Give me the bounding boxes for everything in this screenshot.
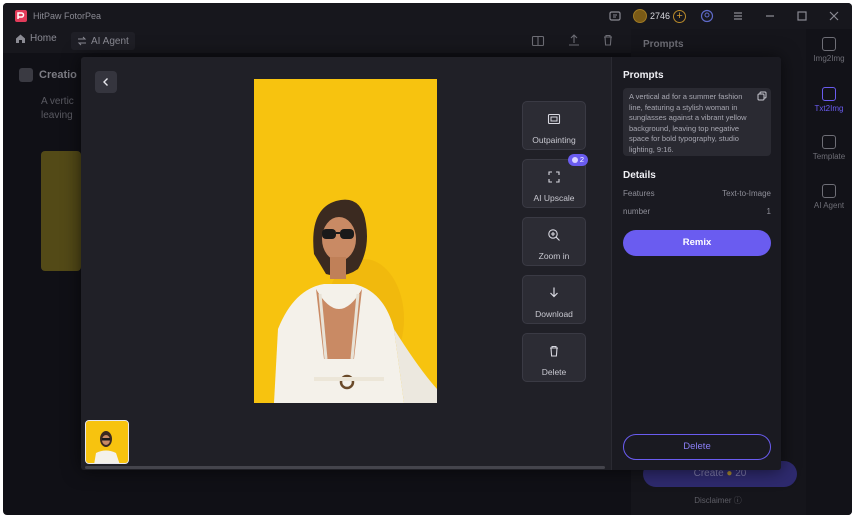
credits-counter[interactable]: 2746 +: [633, 8, 687, 24]
number-label: number: [623, 207, 651, 216]
nav-ai-agent-label: AI Agent: [91, 35, 129, 47]
horizontal-scrollbar[interactable]: [85, 466, 605, 469]
maximize-icon[interactable]: [795, 9, 809, 23]
app-logo-icon: [15, 10, 27, 22]
side-rail: Img2Img Txt2Img Template AI Agent: [806, 29, 852, 515]
trash-icon[interactable]: [601, 33, 615, 47]
swap-icon: [77, 36, 87, 46]
minimize-icon[interactable]: [763, 9, 777, 23]
outpainting-button[interactable]: Outpainting: [522, 101, 586, 150]
rail-item-img2img[interactable]: Img2Img: [806, 37, 852, 63]
copy-icon[interactable]: [757, 91, 767, 101]
top-nav: Home AI Agent: [3, 29, 631, 53]
features-value: Text-to-Image: [722, 189, 771, 198]
number-value: 1: [766, 207, 771, 216]
zoom-in-icon: [548, 229, 560, 241]
disclaimer-link[interactable]: Disclaimer ⓘ: [643, 495, 793, 506]
details-title: Details: [623, 170, 656, 181]
detail-row-number: number 1: [623, 207, 771, 216]
rail-item-template[interactable]: Template: [806, 135, 852, 161]
features-label: Features: [623, 189, 655, 198]
trash-icon: [550, 345, 558, 357]
rail-item-ai-agent[interactable]: AI Agent: [806, 184, 852, 210]
close-icon[interactable]: [827, 9, 841, 23]
feedback-icon[interactable]: [608, 9, 622, 23]
prompt-text: A vertical ad for a summer fashion line,…: [629, 92, 747, 154]
coin-icon: [571, 157, 578, 163]
image-icon: [822, 37, 836, 51]
upscale-cost-badge: 2: [567, 154, 588, 166]
ai-upscale-button[interactable]: 2 AI Upscale: [522, 154, 588, 208]
background-section-title: Creatio: [19, 68, 77, 82]
thumbnail-image: [86, 421, 128, 463]
back-button[interactable]: [95, 71, 117, 93]
prompts-panel-title: Prompts: [643, 39, 684, 50]
delete-action-button[interactable]: Delete: [522, 333, 586, 382]
menu-icon[interactable]: [731, 9, 745, 23]
background-thumbnail: [41, 151, 81, 271]
download-button[interactable]: Download: [522, 275, 586, 324]
credits-value: 2746: [650, 11, 671, 21]
prompts-title: Prompts: [623, 70, 664, 81]
outpainting-icon: [547, 113, 561, 125]
app-name: HitPaw FotorPea: [33, 11, 102, 21]
prompt-text-box[interactable]: A vertical ad for a summer fashion line,…: [623, 88, 771, 156]
account-icon[interactable]: [700, 9, 714, 23]
title-bar: HitPaw FotorPea 2746 +: [3, 3, 852, 29]
modal-details-panel: Prompts A vertical ad for a summer fashi…: [611, 57, 781, 470]
modal-main: Outpainting 2 AI Upscale Zoom in Downloa…: [81, 57, 611, 470]
background-text: A vertic leaving: [41, 96, 74, 121]
image-preview-modal: Outpainting 2 AI Upscale Zoom in Downloa…: [81, 57, 781, 470]
upscale-icon: [548, 171, 560, 183]
woman-portrait-image: [254, 79, 437, 403]
delete-button[interactable]: Delete: [623, 434, 771, 460]
nav-home[interactable]: Home: [15, 33, 57, 44]
remix-button[interactable]: Remix: [623, 230, 771, 256]
add-credits-icon[interactable]: +: [673, 9, 687, 23]
compare-icon[interactable]: [531, 34, 545, 48]
zoom-in-button[interactable]: Zoom in: [522, 217, 586, 266]
section-icon: [19, 68, 33, 82]
nav-home-label: Home: [30, 33, 57, 44]
generated-image: [254, 79, 437, 403]
coin-icon: [633, 9, 647, 23]
export-icon[interactable]: [567, 33, 581, 47]
template-icon: [822, 135, 836, 149]
app-window: HitPaw FotorPea 2746 + Home AI Agent Cre…: [3, 3, 852, 515]
rail-item-txt2img[interactable]: Txt2Img: [806, 87, 852, 113]
download-icon: [550, 287, 558, 298]
text-image-icon: [822, 87, 836, 101]
agent-icon: [822, 184, 836, 198]
image-thumbnail[interactable]: [85, 420, 129, 464]
chevron-left-icon: [103, 78, 108, 86]
detail-row-features: Features Text-to-Image: [623, 189, 771, 198]
nav-ai-agent[interactable]: AI Agent: [71, 32, 135, 50]
home-icon: [16, 34, 25, 43]
